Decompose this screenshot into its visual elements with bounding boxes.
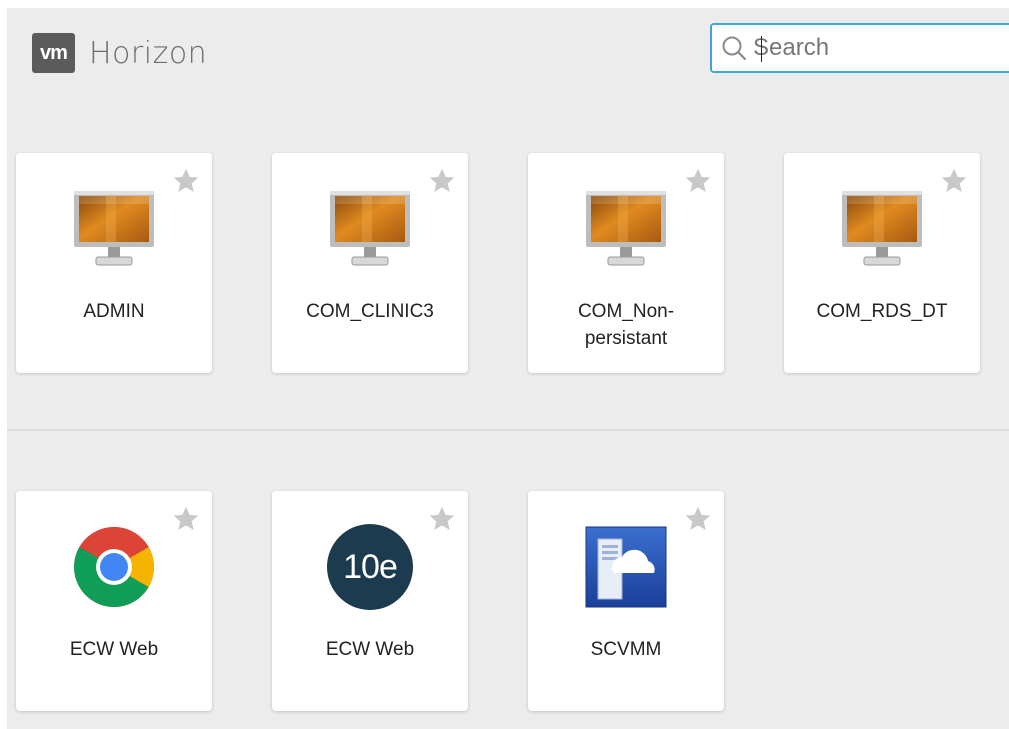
desktop-monitor-icon: [586, 191, 666, 266]
ecw-10e-icon: 10e: [327, 524, 413, 610]
search-icon: [722, 36, 747, 61]
ecw-icon-text: 10e: [343, 547, 398, 586]
scvmm-cloud-server-icon: [585, 526, 667, 608]
favorite-star-icon[interactable]: [940, 167, 968, 195]
search-box[interactable]: [710, 23, 1009, 73]
section-divider: [7, 429, 1009, 431]
tile-label: COM_Non-persistant: [577, 301, 675, 349]
app-window: vm Horizon ADMIN: [7, 8, 1009, 729]
favorite-star-icon[interactable]: [172, 167, 200, 195]
app-title: Horizon: [89, 35, 208, 71]
vmware-logo: vm: [32, 33, 75, 73]
desktop-tile-com-rds-dt[interactable]: COM_RDS_DT: [784, 153, 980, 373]
desktop-tile-com-clinic3[interactable]: COM_CLINIC3: [272, 153, 468, 373]
tile-label: COM_CLINIC3: [306, 301, 434, 322]
tile-label: COM_RDS_DT: [816, 301, 948, 322]
favorite-star-icon[interactable]: [684, 505, 712, 533]
desktop-monitor-icon: [842, 191, 922, 266]
desktop-tile-admin[interactable]: ADMIN: [16, 153, 212, 373]
app-tile-scvmm[interactable]: SCVMM: [528, 491, 724, 711]
desktop-monitor-icon: [330, 191, 410, 266]
desktop-monitor-icon: [74, 191, 154, 266]
app-tile-ecw-web-chrome[interactable]: ECW Web: [16, 491, 212, 711]
favorite-star-icon[interactable]: [684, 167, 712, 195]
chrome-icon: [74, 527, 154, 607]
tile-label: ECW Web: [69, 639, 159, 660]
desktop-tile-com-non-persistant[interactable]: COM_Non-persistant: [528, 153, 724, 373]
favorite-star-icon[interactable]: [172, 505, 200, 533]
brand: vm Horizon: [32, 33, 207, 73]
search-input[interactable]: [753, 34, 993, 62]
favorite-star-icon[interactable]: [428, 167, 456, 195]
app-tile-ecw-web-10e[interactable]: 10e ECW Web: [272, 491, 468, 711]
text-caret: [761, 36, 762, 62]
tile-label: SCVMM: [590, 639, 662, 660]
tile-label: ADMIN: [83, 301, 145, 322]
tile-label: ECW Web: [325, 639, 415, 660]
favorite-star-icon[interactable]: [428, 505, 456, 533]
